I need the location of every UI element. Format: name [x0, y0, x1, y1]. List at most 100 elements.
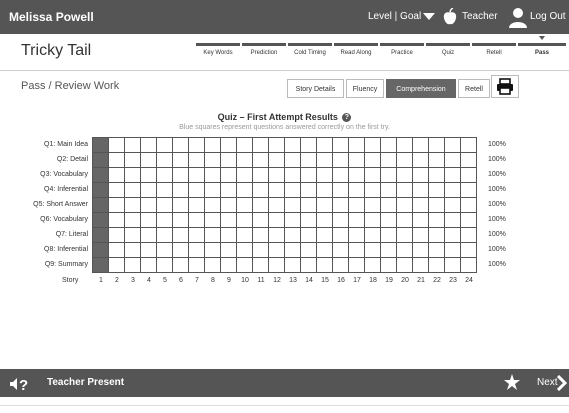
user-icon[interactable] — [509, 6, 527, 28]
quiz-grid-cell — [317, 168, 333, 183]
quiz-grid-cell — [333, 168, 349, 183]
quiz-grid-cell — [93, 153, 109, 168]
teacher-present-button[interactable]: Teacher Present — [47, 377, 124, 388]
story-number: 20 — [401, 277, 409, 284]
story-number: 10 — [241, 277, 249, 284]
story-number: 15 — [321, 277, 329, 284]
tab-story-details[interactable]: Story Details — [287, 79, 344, 98]
quiz-grid-cell — [397, 243, 413, 258]
quiz-grid-cell — [381, 198, 397, 213]
quiz-grid-cell — [397, 258, 413, 273]
quiz-grid-cell — [285, 213, 301, 228]
speaker-help-icon[interactable]: ? — [9, 376, 31, 392]
quiz-grid-cell — [445, 153, 461, 168]
story-number: 24 — [465, 277, 473, 284]
quiz-grid-cell — [461, 243, 477, 258]
step-label: Key Words — [203, 50, 233, 56]
quiz-grid-cell — [93, 138, 109, 153]
quiz-row-label: Q2: Detail — [56, 156, 88, 163]
quiz-grid-cell — [333, 213, 349, 228]
quiz-row-label: Q6: Vocabulary — [40, 216, 88, 223]
quiz-row-percent: 100% — [488, 261, 506, 268]
apple-icon[interactable] — [443, 8, 457, 26]
star-icon[interactable] — [504, 374, 520, 390]
quiz-grid-cell — [381, 258, 397, 273]
quiz-grid-cell — [269, 138, 285, 153]
step-retell[interactable]: Retell — [472, 39, 516, 63]
quiz-grid-cell — [237, 198, 253, 213]
quiz-title-text: Quiz – First Attempt Results — [217, 112, 338, 122]
tab-fluency[interactable]: Fluency — [346, 79, 384, 98]
quiz-grid-cell — [141, 153, 157, 168]
quiz-grid-cell — [381, 228, 397, 243]
quiz-grid-cell — [125, 168, 141, 183]
quiz-grid-cell — [173, 153, 189, 168]
quiz-grid-cell — [397, 228, 413, 243]
quiz-grid-cell — [109, 228, 125, 243]
footer-bar: ? Teacher Present Next — [0, 369, 569, 397]
quiz-grid-cell — [381, 243, 397, 258]
print-button[interactable] — [491, 75, 519, 98]
quiz-row-label: Q3: Vocabulary — [40, 171, 88, 178]
step-read-along[interactable]: Read Along — [334, 39, 378, 63]
user-name: Melissa Powell — [9, 10, 94, 24]
top-bar: Melissa Powell Level | Goal Teacher Log … — [0, 0, 569, 34]
quiz-grid-cell — [221, 183, 237, 198]
lesson-header: Tricky Tail Key Words Prediction Cold Ti… — [0, 34, 569, 70]
quiz-grid-cell — [445, 243, 461, 258]
tab-comprehension[interactable]: Comprehension — [386, 79, 456, 98]
quiz-grid-cell — [173, 243, 189, 258]
step-key-words[interactable]: Key Words — [196, 39, 240, 63]
quiz-grid-cell — [125, 183, 141, 198]
quiz-grid-cell — [301, 243, 317, 258]
quiz-grid-cell — [413, 228, 429, 243]
quiz-grid-cell — [269, 258, 285, 273]
quiz-grid-cell — [173, 183, 189, 198]
chevron-down-icon[interactable] — [423, 13, 435, 20]
quiz-grid-cell — [269, 168, 285, 183]
story-number: 14 — [305, 277, 313, 284]
section-title: Pass / Review Work — [21, 80, 120, 92]
quiz-grid-cell — [269, 213, 285, 228]
step-quiz[interactable]: Quiz — [426, 39, 470, 63]
quiz-grid-cell — [461, 153, 477, 168]
quiz-row-label: Q8: Inferential — [44, 246, 88, 253]
quiz-grid-cell — [189, 198, 205, 213]
quiz-grid-cell — [285, 258, 301, 273]
next-button[interactable]: Next — [537, 377, 558, 388]
quiz-grid-cell — [285, 183, 301, 198]
quiz-grid-cell — [125, 153, 141, 168]
quiz-grid-cell — [349, 243, 365, 258]
step-cold-timing[interactable]: Cold Timing — [288, 39, 332, 63]
story-number: 13 — [289, 277, 297, 284]
divider — [0, 405, 569, 406]
quiz-grid-cell — [205, 213, 221, 228]
quiz-grid-cell — [221, 228, 237, 243]
chevron-right-icon[interactable] — [557, 375, 567, 391]
quiz-row-label: Q4: Inferential — [44, 186, 88, 193]
quiz-row-percent: 100% — [488, 216, 506, 223]
quiz-grid-cell — [109, 153, 125, 168]
quiz-grid-cell — [429, 198, 445, 213]
quiz-grid-cell — [221, 168, 237, 183]
step-prediction[interactable]: Prediction — [242, 39, 286, 63]
quiz-grid-cell — [109, 258, 125, 273]
quiz-grid-cell — [301, 183, 317, 198]
quiz-grid-cell — [173, 213, 189, 228]
quiz-grid-cell — [253, 183, 269, 198]
quiz-grid-cell — [157, 258, 173, 273]
tab-retell[interactable]: Retell — [458, 79, 490, 98]
printer-icon — [497, 78, 513, 95]
story-number: 18 — [369, 277, 377, 284]
step-practice[interactable]: Practice — [380, 39, 424, 63]
teacher-link[interactable]: Teacher — [462, 11, 498, 22]
quiz-grid-cell — [301, 258, 317, 273]
step-pass[interactable]: Pass — [518, 36, 566, 63]
quiz-grid-cell — [461, 183, 477, 198]
help-icon[interactable]: ? — [342, 113, 352, 122]
quiz-grid-cell — [461, 213, 477, 228]
level-goal-menu[interactable]: Level | Goal — [368, 11, 421, 22]
logout-link[interactable]: Log Out — [530, 11, 566, 22]
quiz-grid-cell — [125, 138, 141, 153]
quiz-grid-cell — [349, 213, 365, 228]
